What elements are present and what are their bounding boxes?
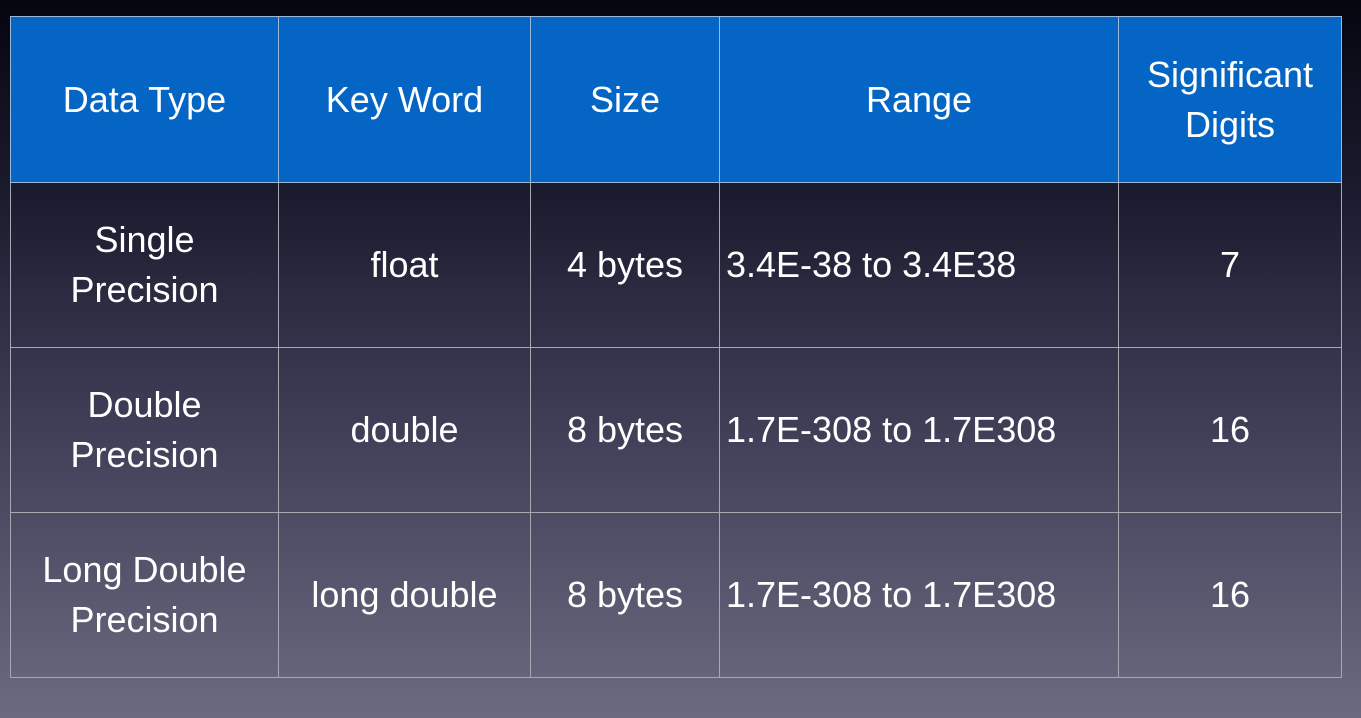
cell-range: 1.7E-308 to 1.7E308 bbox=[719, 347, 1119, 513]
header-range: Range bbox=[719, 16, 1119, 183]
cell-data-type: Double Precision bbox=[10, 347, 279, 513]
cell-significant-digits: 7 bbox=[1118, 182, 1342, 348]
cell-range: 1.7E-308 to 1.7E308 bbox=[719, 512, 1119, 678]
table-row: Long Double Precision long double 8 byte… bbox=[10, 512, 1342, 678]
table-row: Double Precision double 8 bytes 1.7E-308… bbox=[10, 347, 1342, 513]
cell-range: 3.4E-38 to 3.4E38 bbox=[719, 182, 1119, 348]
data-types-table: Data Type Key Word Size Range Significan… bbox=[10, 16, 1342, 678]
cell-key-word: long double bbox=[278, 512, 531, 678]
cell-significant-digits: 16 bbox=[1118, 512, 1342, 678]
cell-size: 8 bytes bbox=[530, 347, 720, 513]
header-significant-digits: Significant Digits bbox=[1118, 16, 1342, 183]
header-row: Data Type Key Word Size Range Significan… bbox=[10, 16, 1342, 183]
cell-key-word: double bbox=[278, 347, 531, 513]
cell-key-word: float bbox=[278, 182, 531, 348]
cell-significant-digits: 16 bbox=[1118, 347, 1342, 513]
cell-data-type: Single Precision bbox=[10, 182, 279, 348]
table-row: Single Precision float 4 bytes 3.4E-38 t… bbox=[10, 182, 1342, 348]
header-key-word: Key Word bbox=[278, 16, 531, 183]
table-header: Data Type Key Word Size Range Significan… bbox=[10, 16, 1342, 183]
cell-data-type: Long Double Precision bbox=[10, 512, 279, 678]
table-body: Single Precision float 4 bytes 3.4E-38 t… bbox=[10, 182, 1342, 678]
cell-size: 4 bytes bbox=[530, 182, 720, 348]
header-data-type: Data Type bbox=[10, 16, 279, 183]
header-size: Size bbox=[530, 16, 720, 183]
cell-size: 8 bytes bbox=[530, 512, 720, 678]
